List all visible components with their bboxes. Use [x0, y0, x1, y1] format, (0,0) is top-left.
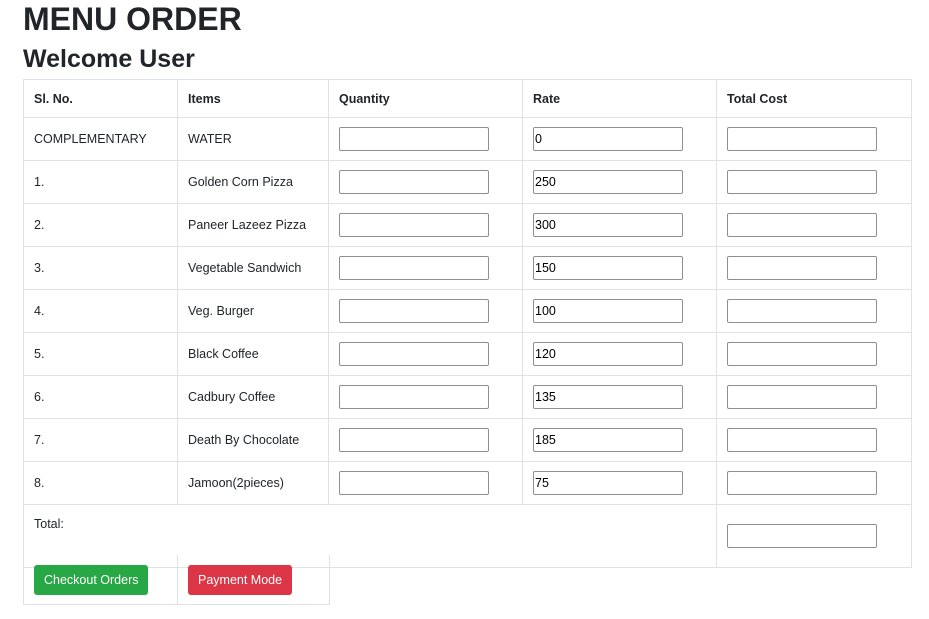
total-cost-field[interactable]	[727, 385, 877, 409]
quantity-field[interactable]	[339, 428, 489, 452]
row-rate-cell	[522, 160, 717, 204]
quantity-field[interactable]	[339, 170, 489, 194]
rate-field[interactable]	[533, 127, 683, 151]
total-cost-field[interactable]	[727, 299, 877, 323]
row-item-name: WATER	[177, 117, 329, 161]
header-sl-no: Sl. No.	[23, 79, 178, 118]
row-total-cell	[716, 289, 912, 333]
quantity-field[interactable]	[339, 342, 489, 366]
table-row: 1. Golden Corn Pizza	[23, 160, 912, 204]
row-total-cell	[716, 160, 912, 204]
table-row: 6. Cadbury Coffee	[23, 375, 912, 419]
row-rate-cell	[522, 246, 717, 290]
header-rate: Rate	[522, 79, 717, 118]
payment-cell: Payment Mode	[177, 555, 330, 605]
row-sl-no: 4.	[23, 289, 178, 333]
menu-order-table: Sl. No. Items Quantity Rate Total Cost C…	[23, 79, 912, 568]
quantity-field[interactable]	[339, 299, 489, 323]
table-row: 2. Paneer Lazeez Pizza	[23, 203, 912, 247]
row-item-name: Vegetable Sandwich	[177, 246, 329, 290]
table-row: COMPLEMENTARY WATER	[23, 117, 912, 161]
total-cost-field[interactable]	[727, 213, 877, 237]
row-quantity-cell	[328, 246, 523, 290]
quantity-field[interactable]	[339, 471, 489, 495]
quantity-field[interactable]	[339, 127, 489, 151]
table-row: 8. Jamoon(2pieces)	[23, 461, 912, 505]
row-sl-no: COMPLEMENTARY	[23, 117, 178, 161]
total-cost-cell	[716, 504, 912, 568]
row-quantity-cell	[328, 203, 523, 247]
row-sl-no: 5.	[23, 332, 178, 376]
header-items: Items	[177, 79, 329, 118]
row-sl-no: 6.	[23, 375, 178, 419]
rate-field[interactable]	[533, 213, 683, 237]
rate-field[interactable]	[533, 342, 683, 366]
row-total-cell	[716, 375, 912, 419]
row-total-cell	[716, 418, 912, 462]
table-row: 4. Veg. Burger	[23, 289, 912, 333]
row-total-cell	[716, 461, 912, 505]
payment-mode-button[interactable]: Payment Mode	[188, 564, 293, 595]
row-item-name: Paneer Lazeez Pizza	[177, 203, 329, 247]
actions-table: Checkout Orders Payment Mode	[23, 555, 330, 605]
header-total-cost: Total Cost	[716, 79, 912, 118]
row-sl-no: 2.	[23, 203, 178, 247]
total-cost-field[interactable]	[727, 256, 877, 280]
row-total-cell	[716, 117, 912, 161]
row-quantity-cell	[328, 418, 523, 462]
total-cost-field[interactable]	[727, 428, 877, 452]
rate-field[interactable]	[533, 385, 683, 409]
table-row: 5. Black Coffee	[23, 332, 912, 376]
rate-field[interactable]	[533, 428, 683, 452]
row-rate-cell	[522, 332, 717, 376]
row-rate-cell	[522, 203, 717, 247]
row-rate-cell	[522, 418, 717, 462]
total-cost-field[interactable]	[727, 471, 877, 495]
row-total-cell	[716, 332, 912, 376]
grand-total-field[interactable]	[727, 524, 877, 548]
row-quantity-cell	[328, 332, 523, 376]
rate-field[interactable]	[533, 256, 683, 280]
rate-field[interactable]	[533, 299, 683, 323]
header-quantity: Quantity	[328, 79, 523, 118]
row-quantity-cell	[328, 375, 523, 419]
checkout-cell: Checkout Orders	[23, 555, 178, 605]
row-rate-cell	[522, 375, 717, 419]
row-sl-no: 8.	[23, 461, 178, 505]
quantity-field[interactable]	[339, 213, 489, 237]
total-cost-field[interactable]	[727, 342, 877, 366]
rate-field[interactable]	[533, 170, 683, 194]
row-item-name: Black Coffee	[177, 332, 329, 376]
page: MENU ORDER Welcome User Sl. No. Items Qu…	[0, 0, 929, 619]
checkout-orders-button[interactable]: Checkout Orders	[34, 564, 149, 595]
page-title: MENU ORDER	[23, 1, 242, 37]
row-quantity-cell	[328, 461, 523, 505]
row-item-name: Golden Corn Pizza	[177, 160, 329, 204]
actions-row: Checkout Orders Payment Mode	[23, 555, 330, 605]
row-sl-no: 7.	[23, 418, 178, 462]
table-header-row: Sl. No. Items Quantity Rate Total Cost	[23, 79, 912, 118]
table-row: 3. Vegetable Sandwich	[23, 246, 912, 290]
table-row: 7. Death By Chocolate	[23, 418, 912, 462]
row-rate-cell	[522, 117, 717, 161]
total-cost-field[interactable]	[727, 170, 877, 194]
row-sl-no: 3.	[23, 246, 178, 290]
quantity-field[interactable]	[339, 385, 489, 409]
welcome-heading: Welcome User	[23, 45, 195, 73]
row-total-cell	[716, 203, 912, 247]
row-quantity-cell	[328, 117, 523, 161]
rate-field[interactable]	[533, 471, 683, 495]
row-item-name: Veg. Burger	[177, 289, 329, 333]
row-item-name: Jamoon(2pieces)	[177, 461, 329, 505]
row-item-name: Cadbury Coffee	[177, 375, 329, 419]
row-sl-no: 1.	[23, 160, 178, 204]
quantity-field[interactable]	[339, 256, 489, 280]
total-cost-field[interactable]	[727, 127, 877, 151]
row-item-name: Death By Chocolate	[177, 418, 329, 462]
row-quantity-cell	[328, 160, 523, 204]
row-rate-cell	[522, 461, 717, 505]
row-rate-cell	[522, 289, 717, 333]
row-quantity-cell	[328, 289, 523, 333]
row-total-cell	[716, 246, 912, 290]
